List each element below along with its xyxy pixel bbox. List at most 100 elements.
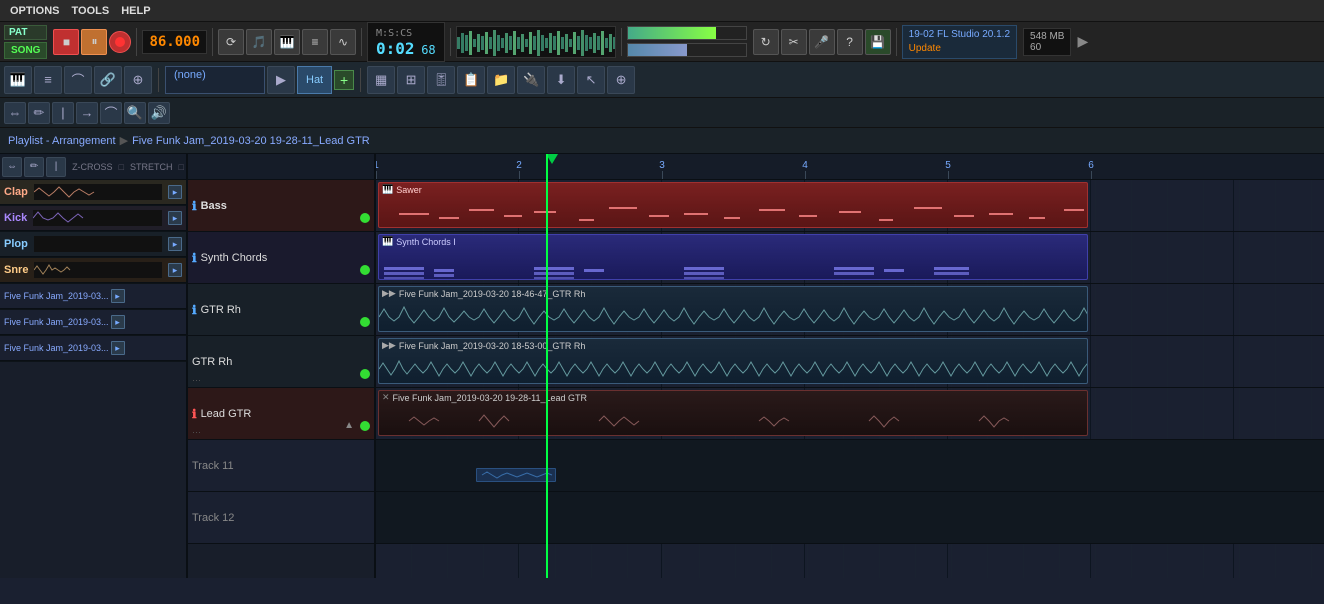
pl-clip-lead[interactable]: ✕ Five Funk Jam_2019-03-20 19-28-11_Lead… [378,390,1088,436]
add-hat-btn[interactable]: + [334,70,354,90]
t3-zoom[interactable]: 🔍 [124,102,146,124]
track11-small-clip[interactable] [476,468,556,482]
link-btn[interactable]: 🔗 [94,66,122,94]
channel-ff2-name[interactable]: Five Funk Jam_2019-03... [4,317,109,327]
piano-button[interactable]: 🎹 [274,29,300,55]
cut-button[interactable]: ✂ [781,29,807,55]
time-display: 0:02 [376,39,415,58]
channel-clap-name[interactable]: Clap [4,186,28,198]
record-button[interactable] [109,31,131,53]
time-display-wrap: M:S:CS 0:02 68 [367,22,445,62]
channel-plop-name[interactable]: Plop [4,238,28,250]
channel-ff2-btn[interactable]: ▸ [111,315,125,329]
playlist-btn[interactable]: 📋 [457,66,485,94]
ruler-mark-5: 5 [945,160,951,171]
hat-selector[interactable]: Hat [297,66,332,94]
pl-row-track12[interactable] [376,492,1324,544]
song-label[interactable]: SONG [4,42,47,59]
t3-btn1[interactable]: ⇔ [4,102,26,124]
master-controls [627,26,747,57]
save-button[interactable]: 💾 [865,29,891,55]
t3-bend[interactable]: ⌒ [100,102,122,124]
lead-green-dot [360,421,370,431]
channel-ff3-btn[interactable]: ▸ [111,341,125,355]
sidebar-arrow-left[interactable]: ⇔ [2,157,22,177]
channel-snre-name[interactable]: Snre [4,264,28,276]
right-toolbar-buttons: ↻ ✂ 🎤 ? 💾 [753,29,891,55]
track-header-11[interactable]: Track 11 [188,440,374,492]
t3-nav-left[interactable]: → [76,102,98,124]
channel-ff1-name[interactable]: Five Funk Jam_2019-03... [4,291,109,301]
t3-vol[interactable]: 🔊 [148,102,170,124]
playlist-ruler: 1 2 3 4 5 6 [376,154,1324,180]
sep3 [361,28,362,56]
track-header-gtr-rh[interactable]: ℹ GTR Rh [188,284,374,336]
mixer-play[interactable]: ▶ [267,66,295,94]
pause-button[interactable]: ⏸ [81,29,107,55]
breadcrumb-playlist[interactable]: Playlist - Arrangement [8,135,116,147]
wave-button[interactable]: ∿ [330,29,356,55]
master-vol-bar[interactable] [627,26,747,40]
channel-rack-btn[interactable]: ⊞ [397,66,425,94]
expand-arrow[interactable]: ▶ [1077,33,1088,50]
clap-wave-svg [34,184,162,200]
browser-btn[interactable]: 📁 [487,66,515,94]
mic-button[interactable]: 🎤 [809,29,835,55]
menu-tools[interactable]: TOOLS [66,3,116,19]
download-btn[interactable]: ⬇ [547,66,575,94]
track12-name: Track 12 [192,512,234,524]
tempo-display[interactable]: 86.000 [142,30,207,54]
master-pitch-bar[interactable] [627,43,747,57]
channel-ff1-btn[interactable]: ▸ [111,289,125,303]
seq-button[interactable]: ≡ [302,29,328,55]
track-header-synth[interactable]: ℹ Synth Chords [188,232,374,284]
pl-row-track11[interactable] [376,440,1324,492]
refresh-button[interactable]: ↻ [753,29,779,55]
menu-options[interactable]: OPTIONS [4,3,66,19]
channel-snre-btn[interactable]: ▸ [168,263,182,277]
snap-btn[interactable]: ⊕ [607,66,635,94]
loop-button[interactable]: ⟳ [218,29,244,55]
stamp-btn[interactable]: ⊕ [124,66,152,94]
pat-label[interactable]: PAT [4,25,47,40]
step-seq-btn[interactable]: ≡ [34,66,62,94]
sep2 [212,28,213,56]
clip-gtr1-label: Five Funk Jam_2019-03-20 18-46-47_GTR Rh [399,289,586,299]
channel-ff3-name[interactable]: Five Funk Jam_2019-03... [4,343,109,353]
pl-clip-synth[interactable]: 🎹 Synth Chords I [378,234,1088,280]
mixer-btn[interactable]: 🎚 [427,66,455,94]
track-button[interactable]: 🎵 [246,29,272,55]
master-pitch-fill [628,44,687,56]
pl-clip-gtr1[interactable]: ▶▶ Five Funk Jam_2019-03-20 18-46-47_GTR… [378,286,1088,332]
track-header-bass[interactable]: ℹ Bass [188,180,374,232]
gtr1-wave-svg [379,301,1088,332]
stop-button[interactable]: ■ [53,29,79,55]
question-button[interactable]: ? [837,29,863,55]
plugin-btn[interactable]: 🔌 [517,66,545,94]
t3-btn2[interactable]: ✏ [28,102,50,124]
clip-synth-icon: 🎹 [382,236,393,247]
playhead-arrow [546,154,558,164]
channel-clap-btn[interactable]: ▸ [168,185,182,199]
sidebar-bar[interactable]: | [46,157,66,177]
pointer-btn[interactable]: ↖ [577,66,605,94]
mixer-select[interactable]: (none) [165,66,265,94]
track-header-gtr-rh2[interactable]: GTR Rh ··· [188,336,374,388]
pattern-btn[interactable]: ▦ [367,66,395,94]
playlist-area: ℹ Bass ℹ Synth Chords ℹ GTR Rh [188,154,1324,578]
menu-help[interactable]: HELP [115,3,156,19]
breadcrumb: Playlist - Arrangement ▶ Five Funk Jam_2… [0,128,1324,154]
lead-track-name: Lead GTR [201,408,252,420]
piano-roll-btn[interactable]: 🎹 [4,66,32,94]
track-header-12[interactable]: Track 12 [188,492,374,544]
sidebar-pencil[interactable]: ✏ [24,157,44,177]
breadcrumb-file[interactable]: Five Funk Jam_2019-03-20 19-28-11_Lead G… [132,135,370,147]
channel-kick-name[interactable]: Kick [4,212,27,224]
channel-kick-btn[interactable]: ▸ [168,211,182,225]
pl-clip-gtr2[interactable]: ▶▶ Five Funk Jam_2019-03-20 18-53-00_GTR… [378,338,1088,384]
curve-btn[interactable]: ⌒ [64,66,92,94]
channel-plop-btn[interactable]: ▸ [168,237,182,251]
track-header-lead[interactable]: ℹ Lead GTR ··· ▲ [188,388,374,440]
t3-btn3[interactable]: | [52,102,74,124]
pl-clip-bass[interactable]: 🎹 Sawer [378,182,1088,228]
